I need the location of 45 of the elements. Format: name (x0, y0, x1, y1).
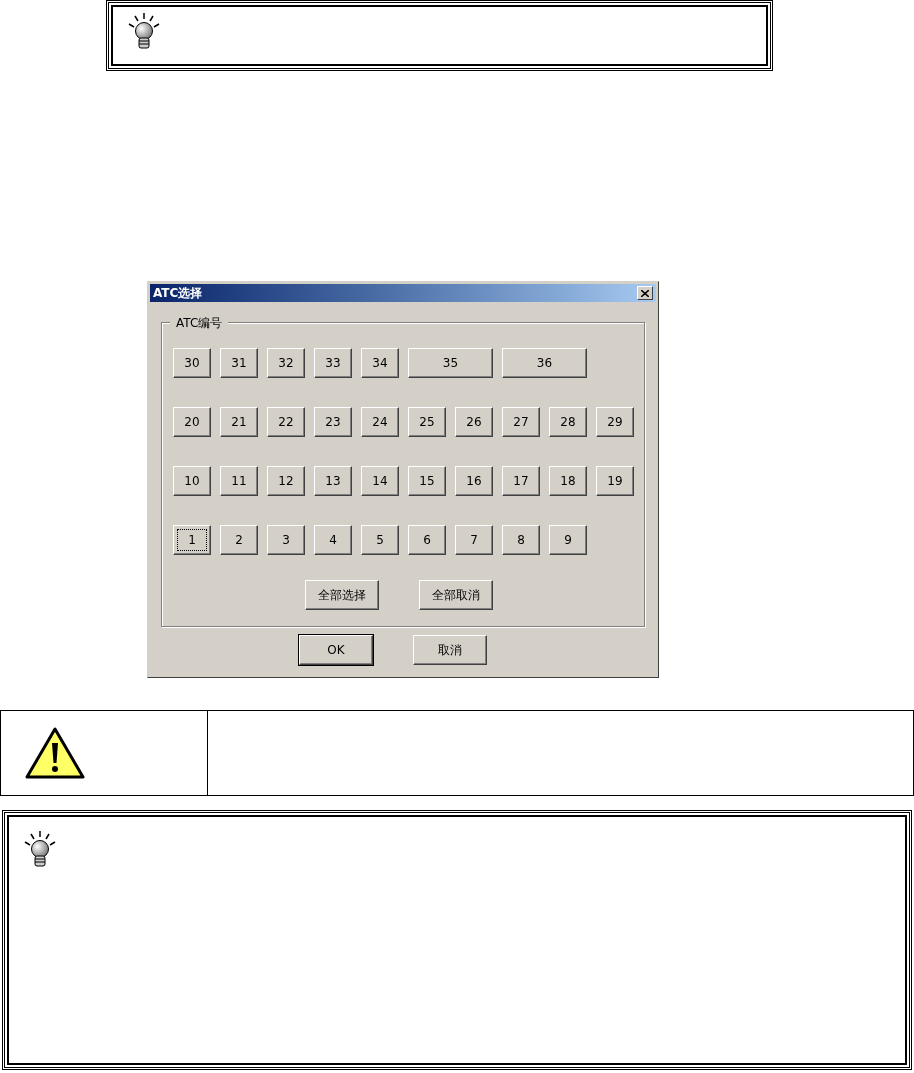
dialog-button[interactable]: 3 (267, 525, 305, 555)
dialog-button[interactable]: 25 (408, 407, 446, 437)
dialog-button[interactable]: 4 (314, 525, 352, 555)
dialog-button[interactable]: 18 (549, 466, 587, 496)
dialog-button[interactable]: 10 (173, 466, 211, 496)
dialog-button[interactable]: 取消 (413, 635, 487, 665)
dialog-button[interactable]: 8 (502, 525, 540, 555)
dialog-button[interactable]: 2 (220, 525, 258, 555)
dialog-button[interactable]: 全部选择 (304, 580, 379, 610)
dialog-button[interactable]: 32 (267, 348, 305, 378)
dialog-button[interactable]: 13 (314, 466, 352, 496)
dialog-button[interactable]: 30 (173, 348, 211, 378)
dialog-button[interactable]: 17 (502, 466, 540, 496)
warning-icon (25, 727, 85, 779)
dialog-button[interactable]: 11 (220, 466, 258, 496)
close-icon (641, 289, 649, 297)
dialog-button[interactable]: 26 (455, 407, 493, 437)
dialog-button[interactable]: 34 (361, 348, 399, 378)
dialog-button[interactable]: 31 (220, 348, 258, 378)
dialog-button[interactable]: 全部取消 (418, 580, 493, 610)
dialog-button[interactable]: 9 (549, 525, 587, 555)
dialog-button[interactable]: 5 (361, 525, 399, 555)
dialog-button[interactable]: 36 (502, 348, 587, 378)
dialog-button[interactable]: 28 (549, 407, 587, 437)
dialog-button[interactable]: 12 (267, 466, 305, 496)
dialog-button[interactable]: 21 (220, 407, 258, 437)
dialog-button[interactable]: 35 (408, 348, 493, 378)
dialog-button[interactable]: 1 (173, 525, 211, 555)
close-button[interactable] (637, 286, 653, 300)
dialog-button[interactable]: 20 (173, 407, 211, 437)
dialog-button[interactable]: 6 (408, 525, 446, 555)
dialog-button[interactable]: 15 (408, 466, 446, 496)
dialog-button[interactable]: 7 (455, 525, 493, 555)
group-label: ATC编号 (170, 314, 229, 332)
dialog-button[interactable]: 22 (267, 407, 305, 437)
dialog-button[interactable]: 29 (596, 407, 634, 437)
dialog-button[interactable]: 27 (502, 407, 540, 437)
dialog-button[interactable]: 23 (314, 407, 352, 437)
dialog-button[interactable]: OK (299, 635, 373, 665)
dialog-button[interactable]: 19 (596, 466, 634, 496)
dialog-button[interactable]: 33 (314, 348, 352, 378)
dialog-button[interactable]: 16 (455, 466, 493, 496)
window-title: ATC选择 (153, 285, 203, 302)
dialog-button[interactable]: 24 (361, 407, 399, 437)
dialog-button[interactable]: 14 (361, 466, 399, 496)
